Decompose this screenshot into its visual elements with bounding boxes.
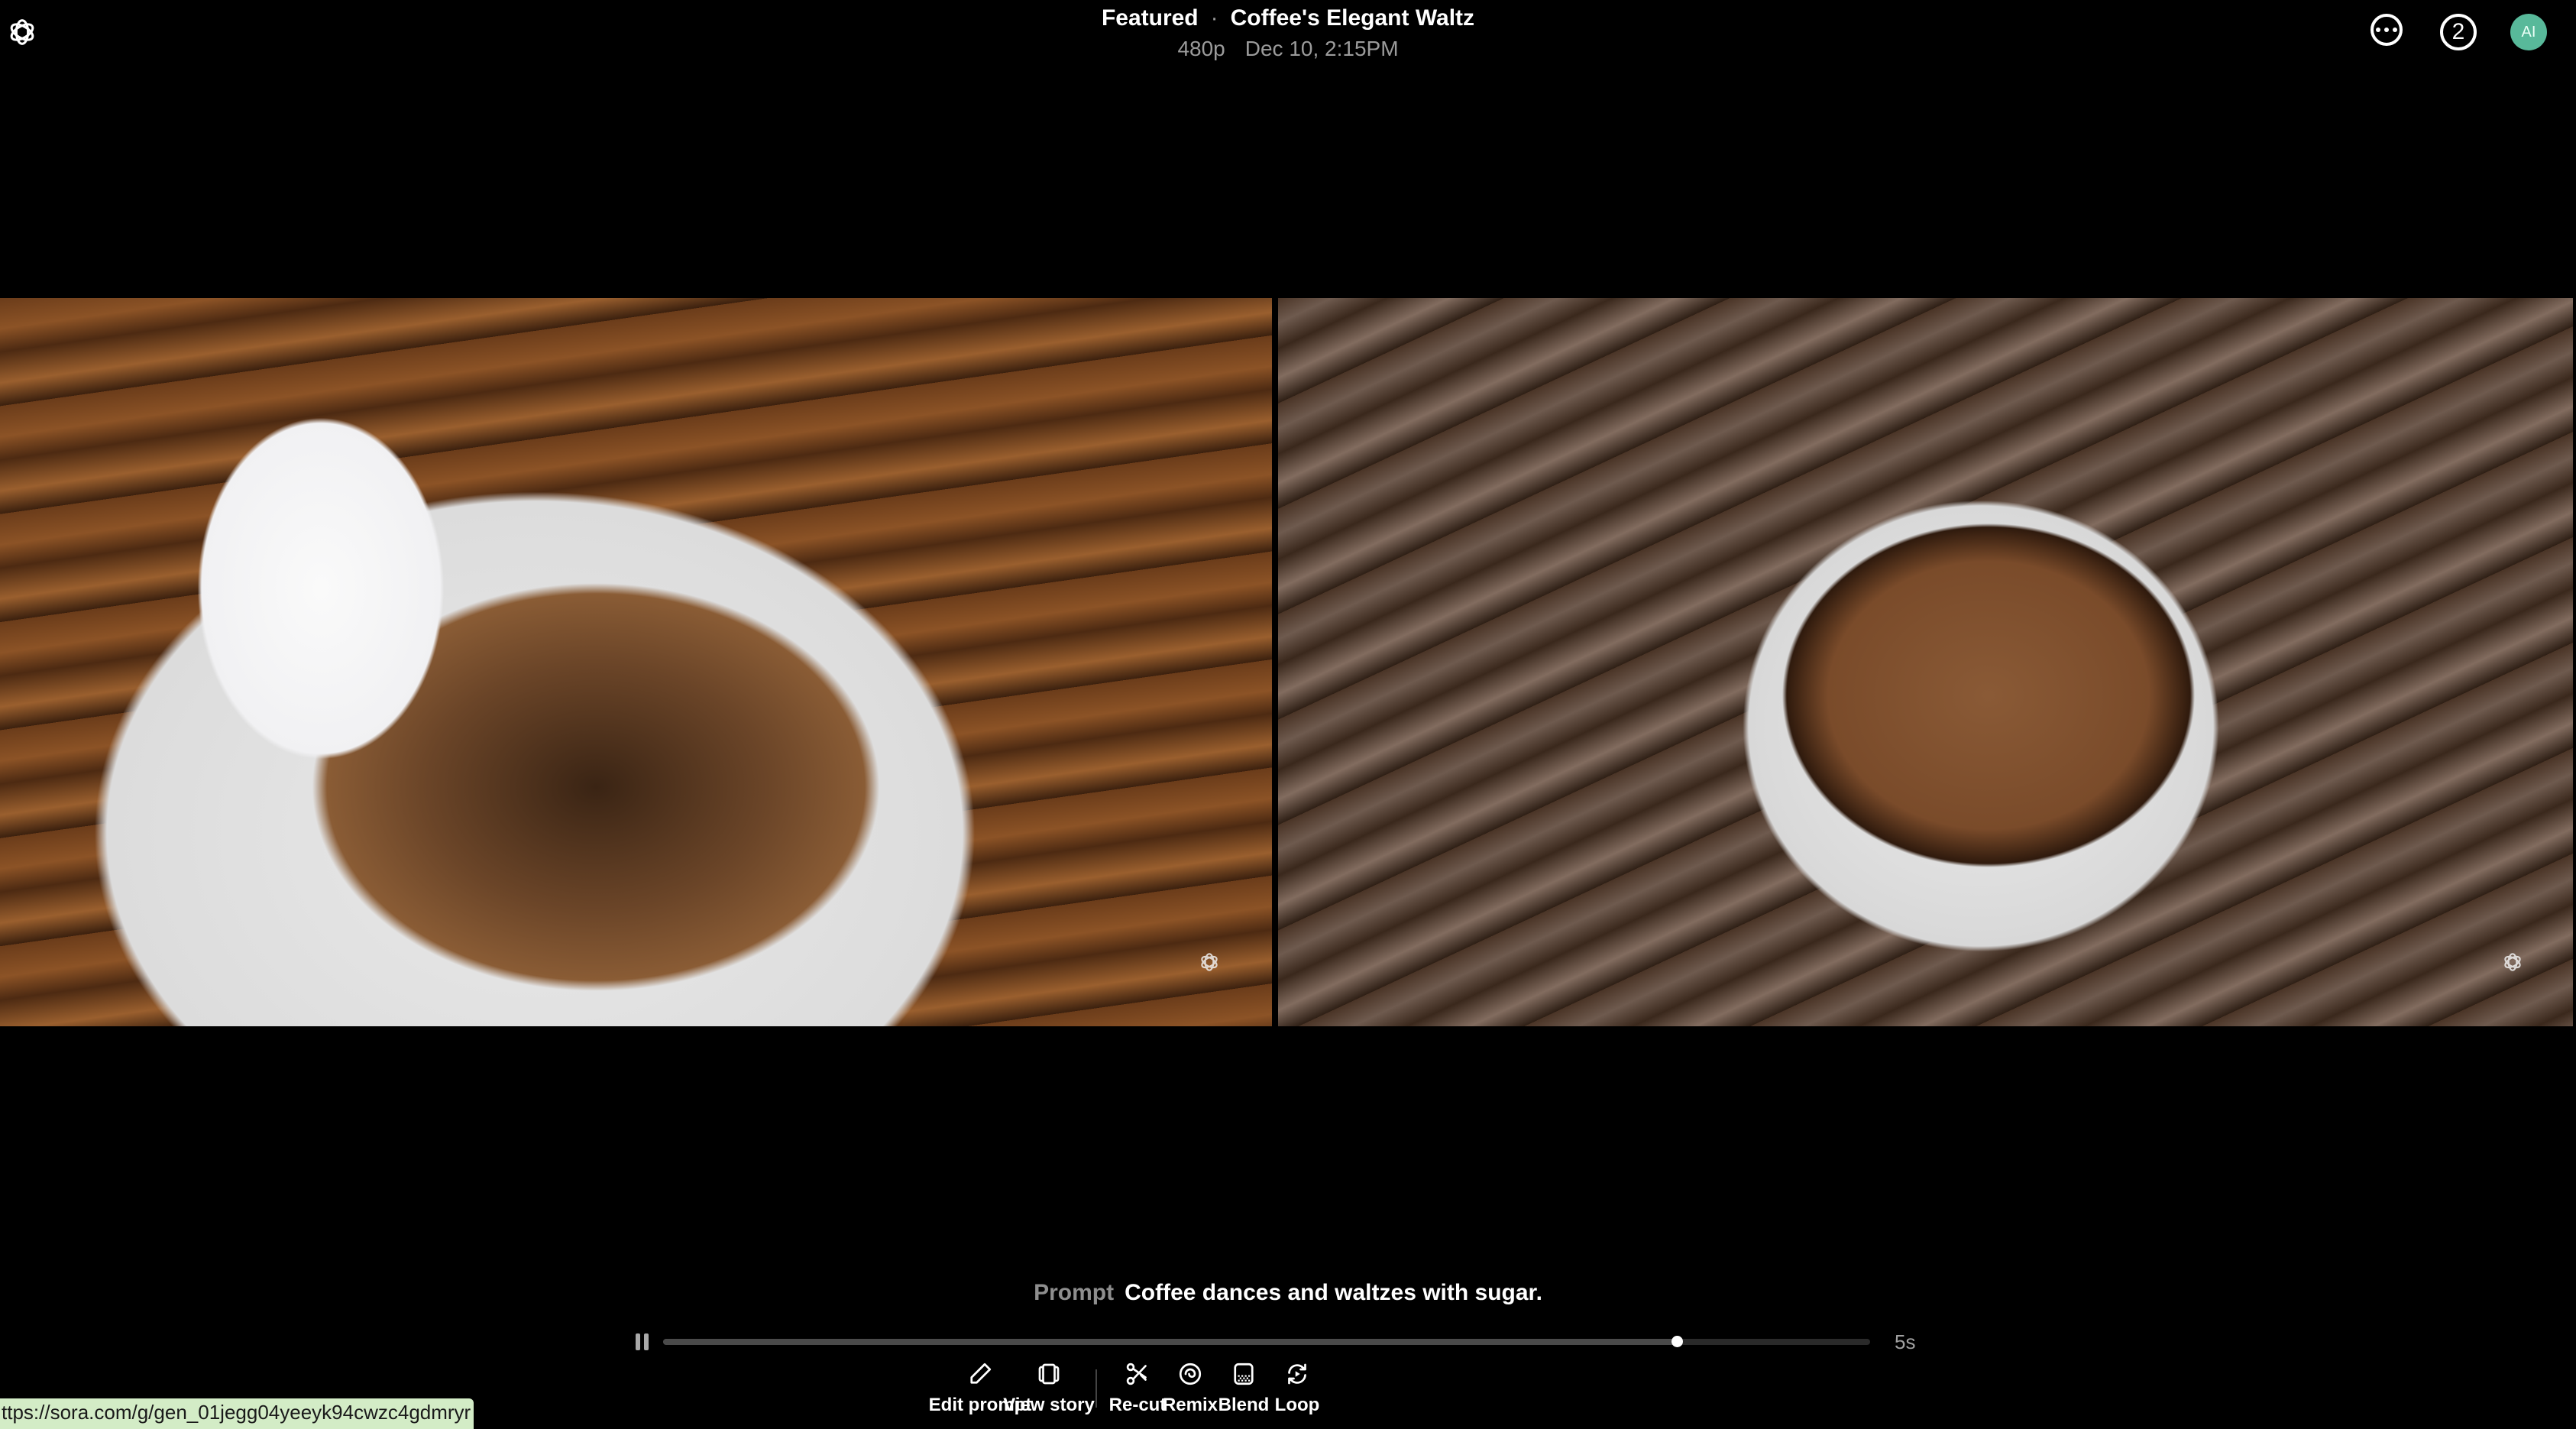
- video-left[interactable]: [0, 298, 1272, 1026]
- video-title: Coffee's Elegant Waltz: [1230, 5, 1475, 31]
- pause-bar-icon: [644, 1333, 649, 1350]
- more-dot-icon: [2376, 28, 2380, 32]
- storyboard-icon: [1038, 1363, 1060, 1385]
- prompt-text[interactable]: Coffee dances and waltzes with sugar.: [1125, 1280, 1542, 1305]
- separator: ·: [1210, 5, 1218, 31]
- prompt-label: Prompt: [1034, 1280, 1115, 1305]
- prompt-row: Prompt Coffee dances and waltzes with sug…: [0, 1275, 2576, 1311]
- resolution-label: 480p: [1177, 37, 1225, 60]
- user-avatar[interactable]: AI: [2510, 14, 2547, 50]
- video-header: Featured · Coffee's Elegant Waltz 480p Dec …: [0, 3, 2576, 64]
- duration-label: 5s: [1895, 1330, 1916, 1353]
- video-right[interactable]: [1278, 298, 2573, 1026]
- link-status-bar: ttps://sora.com/g/gen_01jegg04yeeyk94cwz…: [0, 1398, 474, 1429]
- action-label: Loop: [1274, 1395, 1320, 1415]
- notification-count-button[interactable]: 2: [2440, 14, 2477, 50]
- progress-fill: [663, 1339, 1678, 1345]
- pause-button[interactable]: [636, 1333, 649, 1350]
- openai-watermark-icon: [1201, 953, 1218, 971]
- timestamp-label: Dec 10, 2:15PM: [1244, 37, 1399, 60]
- more-dot-icon: [2393, 28, 2397, 32]
- more-options-button[interactable]: [2371, 14, 2403, 46]
- section-label[interactable]: Featured: [1102, 5, 1199, 31]
- more-dot-icon: [2384, 28, 2389, 32]
- progress-slider[interactable]: [663, 1336, 1870, 1347]
- video-meta: 480p Dec 10, 2:15PM: [0, 34, 2576, 64]
- openai-watermark-icon: [2504, 953, 2521, 971]
- pause-bar-icon: [636, 1333, 640, 1350]
- progress-thumb[interactable]: [1671, 1336, 1684, 1347]
- title-row: Featured · Coffee's Elegant Waltz: [0, 3, 2576, 34]
- loop-button[interactable]: Loop: [1236, 1360, 1358, 1418]
- loop-icon: [1288, 1363, 1306, 1385]
